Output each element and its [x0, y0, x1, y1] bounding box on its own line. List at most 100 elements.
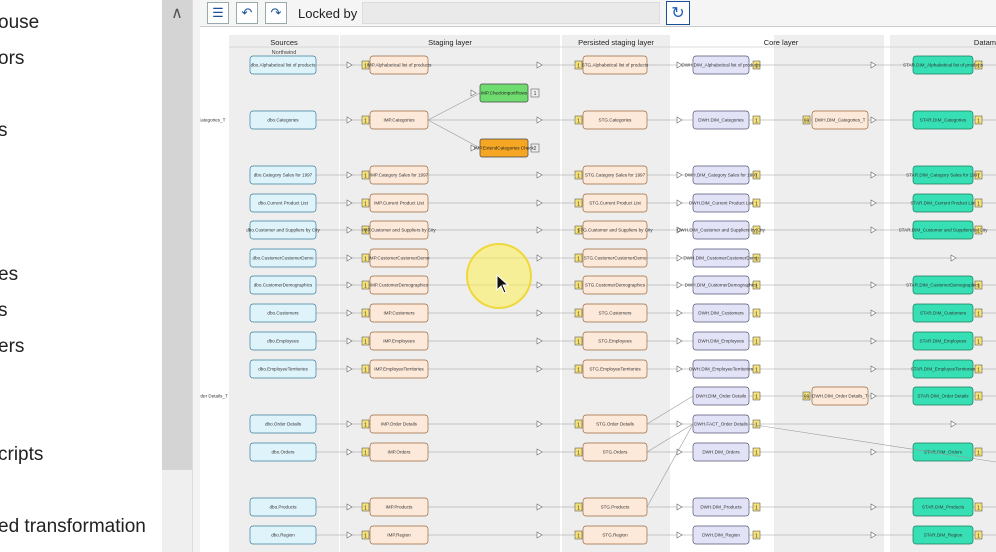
nav-scrollbar-track[interactable]	[162, 470, 192, 552]
dwh2-node[interactable]: DWH.DIM_Categories_T	[811, 110, 869, 130]
imp-node[interactable]: IMP.Customer and Suppliers by City	[362, 220, 436, 240]
scroll-up-chevron-icon[interactable]: ∧	[162, 0, 192, 26]
stg-node[interactable]: STG.EmployeeTerritories	[582, 359, 648, 379]
star-node[interactable]: STAR.DIM_Employees	[912, 331, 974, 351]
nav-item[interactable]: ed transformation	[0, 516, 146, 538]
star-node[interactable]: STAR.DIM_Order Details	[912, 386, 974, 406]
stg-node[interactable]: STG.Employees	[582, 331, 648, 351]
stg-node[interactable]: STG.Customer and Suppliers by City	[577, 220, 653, 240]
src-node[interactable]: dbo.Customers	[249, 303, 317, 323]
star-node[interactable]: STAR.DIM_Orders	[912, 442, 974, 462]
stg-node[interactable]: STG.Orders	[582, 442, 648, 462]
dwh-node[interactable]: DWH.DIM_Category Sales for 1997	[685, 165, 758, 185]
stg-node[interactable]: STG.Order Details	[582, 414, 648, 434]
src-node[interactable]: dbo.Order Details	[249, 414, 317, 434]
imp-node[interactable]: IMP.Employees	[369, 331, 429, 351]
dwh-node[interactable]: DWH.DIM_Order Details	[692, 386, 750, 406]
src-node[interactable]: dbo.Employees	[249, 331, 317, 351]
locked-by-field[interactable]	[362, 2, 660, 24]
nav-item[interactable]: ers	[0, 336, 24, 358]
dwh-node[interactable]: DWH.DIM_Categories	[692, 110, 750, 130]
dwh-node[interactable]: DWH.DIM_Alphabetical list of products	[681, 55, 761, 75]
dwh-node[interactable]: DWH.DIM_Current Product List	[689, 193, 754, 213]
stg-node[interactable]: STG.Customers	[582, 303, 648, 323]
stg-node[interactable]: STG.Region	[582, 525, 648, 545]
stg-node[interactable]: STG.Categories	[582, 110, 648, 130]
dwh2-node[interactable]: DWH.DIM_Order Details_T	[811, 386, 869, 406]
src-node[interactable]: dbo.CustomerCustomerDemo	[249, 248, 317, 268]
dwh-node[interactable]: DWH.DIM_CustomerCustomerDemo	[683, 248, 759, 268]
undo-icon[interactable]: ↶	[236, 2, 258, 24]
refresh-icon[interactable]: ↻	[666, 1, 690, 25]
src-node-label: dbo.Employees	[267, 339, 299, 344]
imp-node[interactable]: IMP.Products	[369, 497, 429, 517]
src-node[interactable]: dbo.CustomerDemographics	[249, 275, 317, 295]
star-node[interactable]: STAR.DIM_Alphabetical list of products	[903, 55, 984, 75]
src-node[interactable]: dbo.EmployeeTerritories	[249, 359, 317, 379]
nav-item[interactable]: es	[0, 264, 18, 286]
star-node[interactable]: STAR.DIM_CustomerDemographics	[906, 275, 981, 295]
dwh2-node[interactable]: DWH.DIM_Order Details_T	[200, 394, 228, 399]
dwh-node[interactable]: DWH.FACT_Order Details	[692, 414, 750, 434]
nav-item[interactable]: s	[0, 120, 8, 142]
imp-node[interactable]: IMP.Alphabetical list of products	[367, 55, 432, 75]
nav-item[interactable]: s	[0, 300, 8, 322]
imp-node[interactable]: IMP.Region	[369, 525, 429, 545]
star-node-label: STAR.DIM_Region	[924, 533, 963, 538]
src-node[interactable]: dbo.Category Sales for 1997	[249, 165, 317, 185]
imp-node[interactable]: IMP.Customers	[369, 303, 429, 323]
check-node[interactable]: IMP.CheckImportRows	[479, 83, 529, 103]
imp-node[interactable]: IMP.Current Product List	[369, 193, 429, 213]
star-node[interactable]: STAR.DIM_Current Product List	[910, 193, 976, 213]
stg-node[interactable]: STG.CustomerDemographics	[582, 275, 648, 295]
dwh-node[interactable]: DWH.DIM_CustomerDemographics	[685, 275, 758, 295]
stg-node[interactable]: STG.Alphabetical list of products	[582, 55, 649, 75]
check-count: 2	[534, 146, 537, 152]
dwh-node[interactable]: DWH.DIM_Products	[692, 497, 750, 517]
dwh-node[interactable]: DWH.DIM_Orders	[692, 442, 750, 462]
src-node[interactable]: dbo.Categories	[249, 110, 317, 130]
stg-node[interactable]: STG.CustomerCustomerDemo	[582, 248, 648, 268]
imp-node[interactable]: IMP.Category Sales for 1997	[369, 165, 429, 185]
imp-node[interactable]: IMP.Orders	[369, 442, 429, 462]
src-node[interactable]: dbo.Alphabetical list of products	[249, 55, 317, 75]
dwh-node-label: DWH.DIM_CustomerCustomerDemo	[683, 256, 759, 261]
star-node[interactable]: STAR.DIM_Products	[912, 497, 974, 517]
imp-node[interactable]: IMP.Order Details	[369, 414, 429, 434]
list-tree-icon[interactable]: ☰	[207, 2, 229, 24]
src-node[interactable]: dbo.Orders	[249, 442, 317, 462]
badge-label: 1	[577, 284, 580, 290]
imp-node[interactable]: IMP.Categories	[369, 110, 429, 130]
nav-item[interactable]: ors	[0, 48, 24, 70]
star-node[interactable]: STAR.DIM_Categories	[912, 110, 974, 130]
dwh-node[interactable]: DWH.DIM_Customers	[692, 303, 750, 323]
imp-node[interactable]: IMP.CustomerDemographics	[369, 275, 429, 295]
dwh-node-label: DWH.DIM_EmployeeTerritories	[689, 367, 754, 372]
imp-node[interactable]: IMP.CustomerCustomerDemo	[369, 248, 430, 268]
star-node[interactable]: STAR.DIM_Customers	[912, 303, 974, 323]
nav-item[interactable]: cripts	[0, 444, 43, 466]
imp-node[interactable]: IMP.EmployeeTerritories	[369, 359, 429, 379]
check-node[interactable]: IMP.ExtendCategories Check	[474, 138, 535, 158]
src-node[interactable]: dbo.Customer and Suppliers by City	[246, 220, 320, 240]
star-node[interactable]: STAR.DIM_Category Sales for 1997	[906, 165, 980, 185]
stg-node[interactable]: STG.Current Product List	[582, 193, 648, 213]
src-node[interactable]: dbo.Region	[249, 525, 317, 545]
dwh-node[interactable]: DWH.DIM_Employees	[692, 331, 750, 351]
src-node[interactable]: dbo.Products	[249, 497, 317, 517]
dwh-node[interactable]: DWH.DIM_Region	[692, 525, 750, 545]
imp-node-label: IMP.Alphabetical list of products	[367, 63, 432, 68]
star-node[interactable]: STAR.DIM_EmployeeTerritories	[911, 359, 976, 379]
imp-node-label: IMP.Products	[386, 505, 414, 510]
redo-icon[interactable]: ↷	[265, 2, 287, 24]
stg-node[interactable]: STG.Products	[582, 497, 648, 517]
star-node[interactable]: STAR.DIM_Region	[912, 525, 974, 545]
dwh-node[interactable]: DWH.DIM_Customer and Suppliers by City	[677, 220, 766, 240]
lineage-diagram-canvas[interactable]: Sources Staging layer Persisted staging la…	[200, 27, 996, 552]
badge-label: 1	[364, 174, 367, 180]
stg-node[interactable]: STG.Category Sales for 1997	[582, 165, 648, 185]
src-node[interactable]: dbo.Current Product List	[249, 193, 317, 213]
nav-item[interactable]: ouse	[0, 12, 39, 34]
dwh2-node[interactable]: DWH.DIM_Categories_T	[200, 118, 226, 123]
dwh-node[interactable]: DWH.DIM_EmployeeTerritories	[689, 359, 754, 379]
